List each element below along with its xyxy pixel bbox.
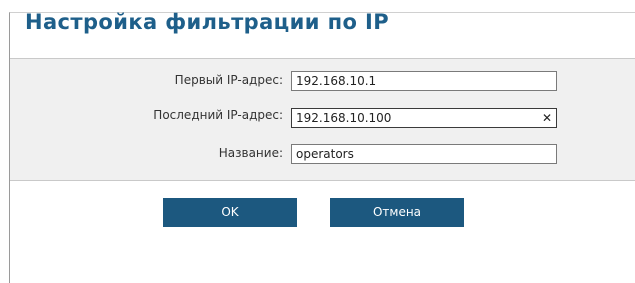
name-input[interactable] — [291, 144, 557, 164]
first-ip-input[interactable] — [291, 71, 557, 91]
dialog-title: Настройка фильтрации по IP — [25, 10, 390, 34]
close-icon[interactable]: ✕ — [540, 111, 554, 125]
last-ip-label: Последний IP-адрес: — [153, 108, 283, 122]
name-label: Название: — [218, 146, 283, 160]
last-ip-input[interactable] — [291, 108, 557, 128]
cancel-button[interactable]: Отмена — [330, 198, 464, 227]
ok-button[interactable]: OK — [163, 198, 297, 227]
first-ip-label: Первый IP-адрес: — [174, 73, 283, 87]
